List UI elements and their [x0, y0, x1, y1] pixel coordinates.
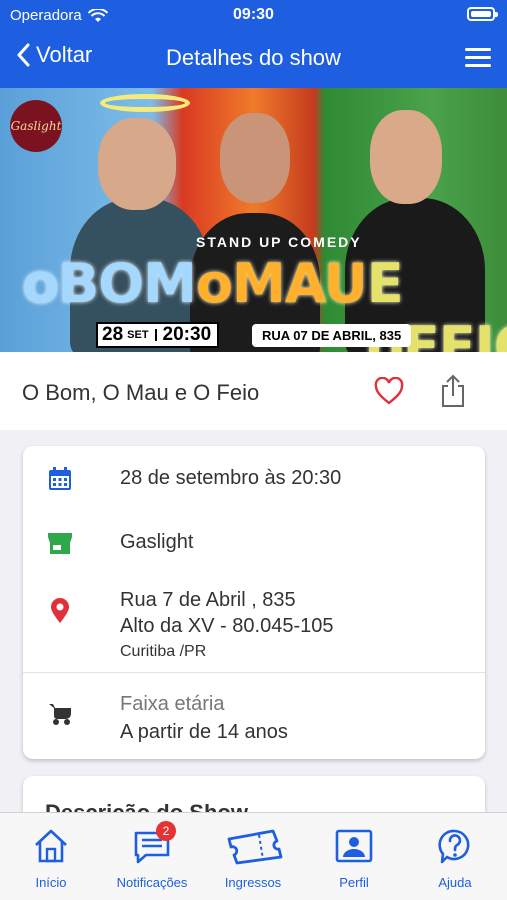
- banner-date-time: 20:30: [162, 324, 212, 345]
- calendar-icon: [49, 467, 71, 490]
- tab-label-perfil: Perfil: [339, 875, 369, 890]
- location-pin-icon: [51, 598, 69, 623]
- tab-label-ajuda: Ajuda: [438, 875, 472, 890]
- tab-ingressos[interactable]: Ingressos: [203, 827, 303, 890]
- menu-icon[interactable]: [465, 48, 491, 68]
- tab-ajuda[interactable]: Ajuda: [405, 827, 505, 890]
- address-line2: Alto da XV - 80.045-105: [120, 615, 334, 637]
- battery-icon: [467, 7, 498, 21]
- banner-date: 28 SET 20:30: [96, 322, 220, 348]
- halo-graphic: [100, 94, 190, 112]
- notification-badge: 2: [156, 821, 176, 841]
- card-divider: [23, 672, 485, 673]
- datetime-text: 28 de setembro às 20:30: [120, 467, 342, 489]
- store-icon: [48, 533, 72, 554]
- nav-bar: Voltar Detalhes do show: [0, 36, 507, 80]
- tab-inicio[interactable]: Início: [1, 827, 101, 890]
- comedian-2-head: [220, 113, 290, 203]
- tab-label-notificacoes: Notificações: [116, 875, 188, 890]
- status-bar: Operadora 09:30: [0, 0, 507, 30]
- show-banner: Gaslight STAND UP COMEDY oBOM oMAU E oFE…: [0, 88, 507, 352]
- profile-icon: [335, 829, 373, 863]
- comedian-1-head: [98, 118, 176, 210]
- address-city: Curitiba /PR: [120, 643, 207, 660]
- comedian-3-head: [370, 110, 442, 204]
- stroller-icon: [49, 704, 71, 725]
- help-icon: [438, 829, 470, 864]
- show-title-row: O Bom, O Mau e O Feio: [0, 352, 507, 430]
- top-bar: Operadora 09:30 Voltar Detalhes do show: [0, 0, 507, 88]
- tab-label-inicio: Início: [35, 875, 67, 890]
- ticket-icon: [227, 829, 283, 865]
- banner-address: RUA 07 DE ABRIL, 835: [252, 324, 412, 347]
- share-icon[interactable]: [440, 374, 466, 408]
- age-label: Faixa etária: [120, 693, 225, 715]
- tab-label-ingressos: Ingressos: [224, 875, 282, 890]
- details-card: 28 de setembro às 20:30 Gaslight Rua 7 d…: [23, 446, 485, 759]
- tab-notificacoes[interactable]: 2 Notificações: [102, 821, 202, 890]
- banner-date-month: SET: [127, 329, 157, 341]
- heart-icon[interactable]: [374, 377, 404, 405]
- gaslight-logo: Gaslight: [10, 100, 62, 152]
- tab-perfil[interactable]: Perfil: [304, 827, 404, 890]
- banner-date-day: 28: [102, 324, 124, 345]
- venue-text: Gaslight: [120, 531, 194, 553]
- tab-bar: Início 2 Notificações Ingressos Perfil A…: [0, 812, 507, 900]
- status-time: 09:30: [233, 6, 274, 23]
- banner-subtitle: STAND UP COMEDY: [196, 234, 362, 250]
- home-icon: [35, 829, 67, 863]
- show-name: O Bom, O Mau e O Feio: [22, 380, 260, 405]
- address-line1: Rua 7 de Abril , 835: [120, 589, 296, 611]
- age-value: A partir de 14 anos: [120, 721, 288, 743]
- page-title: Detalhes do show: [166, 45, 341, 70]
